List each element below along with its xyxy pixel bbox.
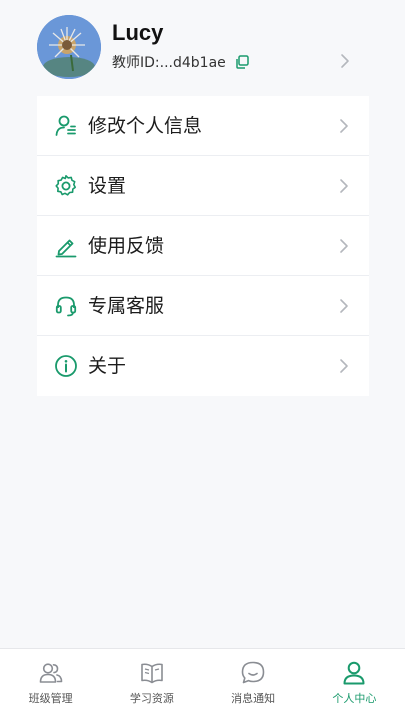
profile-id-row: 教师ID:...d4b1ae bbox=[112, 52, 250, 72]
bottom-tab-bar: 班级管理 学习资源 消息通知 个人中心 bbox=[0, 648, 405, 720]
tab-class-management[interactable]: 班级管理 bbox=[0, 649, 101, 720]
chat-bubble-icon bbox=[241, 661, 265, 684]
profile-name: Lucy bbox=[112, 20, 164, 45]
chevron-right-icon bbox=[340, 179, 348, 193]
chevron-right-icon bbox=[340, 299, 348, 313]
person-icon bbox=[343, 661, 365, 685]
users-icon bbox=[39, 663, 62, 683]
user-edit-icon bbox=[55, 115, 76, 136]
menu-item-label: 使用反馈 bbox=[88, 235, 165, 257]
menu-item-customer-service[interactable]: 专属客服 bbox=[37, 276, 369, 336]
settings-menu: 修改个人信息 设置 使用反馈 专属客服 关于 bbox=[37, 96, 369, 396]
tab-label: 消息通知 bbox=[231, 692, 276, 705]
menu-item-label: 修改个人信息 bbox=[88, 115, 203, 137]
tab-learning-resources[interactable]: 学习资源 bbox=[101, 649, 202, 720]
tab-label: 个人中心 bbox=[332, 692, 377, 705]
menu-item-label: 关于 bbox=[88, 355, 127, 377]
avatar[interactable] bbox=[37, 15, 101, 79]
profile-header[interactable]: Lucy 教师ID:...d4b1ae bbox=[0, 0, 405, 96]
teacher-id: 教师ID:...d4b1ae bbox=[112, 55, 226, 71]
pencil-icon bbox=[55, 239, 77, 258]
tab-label: 学习资源 bbox=[129, 692, 174, 705]
menu-item-label: 设置 bbox=[88, 175, 127, 197]
tab-notifications[interactable]: 消息通知 bbox=[203, 649, 304, 720]
menu-item-feedback[interactable]: 使用反馈 bbox=[37, 216, 369, 276]
tab-personal-center[interactable]: 个人中心 bbox=[304, 649, 405, 720]
tab-label: 班级管理 bbox=[28, 692, 73, 705]
menu-item-edit-profile[interactable]: 修改个人信息 bbox=[37, 96, 369, 156]
menu-item-about[interactable]: 关于 bbox=[37, 336, 369, 396]
avatar-image bbox=[37, 15, 101, 79]
info-icon bbox=[55, 355, 77, 377]
chevron-right-icon bbox=[341, 54, 349, 68]
gear-icon bbox=[55, 175, 76, 196]
chevron-right-icon bbox=[340, 359, 348, 373]
chevron-right-icon bbox=[340, 119, 348, 133]
book-icon bbox=[141, 663, 163, 684]
headset-icon bbox=[55, 296, 77, 317]
menu-item-settings[interactable]: 设置 bbox=[37, 156, 369, 216]
menu-item-label: 专属客服 bbox=[88, 295, 165, 317]
chevron-right-icon bbox=[340, 239, 348, 253]
copy-icon[interactable] bbox=[234, 54, 250, 70]
